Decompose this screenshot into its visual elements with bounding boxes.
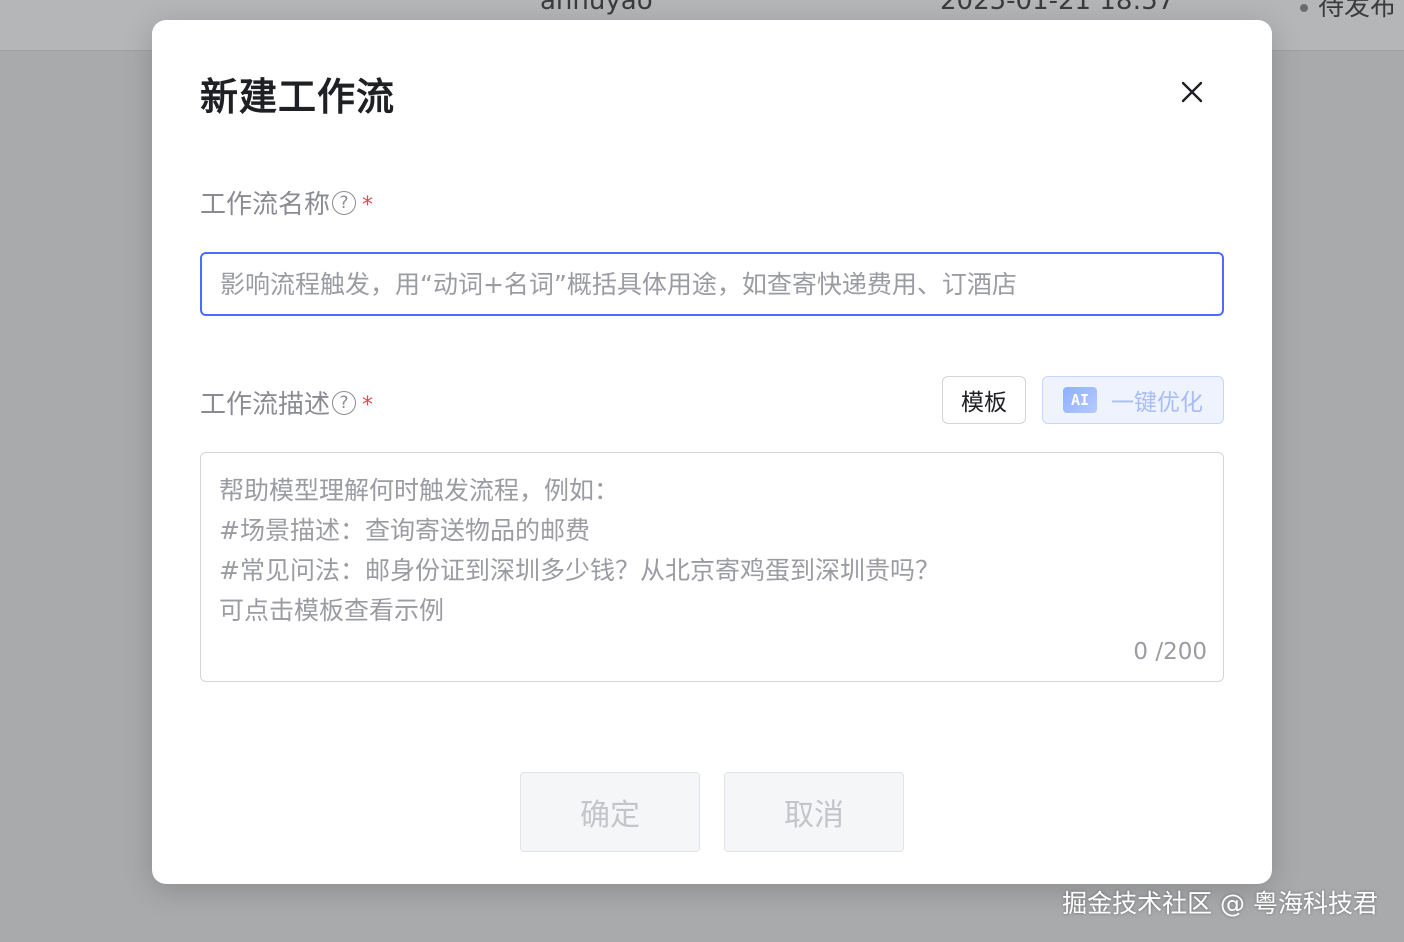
ai-optimize-label: 一键优化 [1111, 390, 1203, 416]
workflow-description-label: 工作流描述 [200, 390, 331, 420]
confirm-button[interactable]: 确定 [520, 772, 700, 852]
workflow-description-label-row: 工作流描述 ? * [200, 384, 373, 421]
background-time-cell: 2025-01-21 18:57 [940, 0, 1175, 16]
ai-badge-icon: AI [1063, 387, 1097, 413]
required-mark: * [362, 193, 374, 218]
status-dot-icon [1300, 3, 1308, 12]
required-mark: * [362, 393, 374, 418]
workflow-description-textarea[interactable]: 帮助模型理解何时触发流程，例如： #场景描述：查询寄送物品的邮费 #常见问法：邮… [200, 452, 1224, 682]
close-button[interactable] [1172, 72, 1212, 112]
question-circle-icon[interactable]: ? [332, 190, 357, 215]
workflow-name-input[interactable] [200, 252, 1224, 316]
template-button[interactable]: 模板 [942, 376, 1026, 424]
ai-optimize-button[interactable]: AI 一键优化 [1042, 376, 1224, 424]
watermark-text: 掘金技术社区 @ 粤海科技君 [1062, 889, 1378, 918]
question-circle-icon[interactable]: ? [332, 390, 357, 415]
background-creator-cell: anhuyao [540, 0, 653, 16]
workflow-name-label-row: 工作流名称 ? * [200, 184, 373, 221]
character-counter: 0 /200 [1133, 639, 1207, 665]
workflow-name-label: 工作流名称 [200, 190, 331, 220]
close-icon [1181, 81, 1203, 103]
cancel-button[interactable]: 取消 [724, 772, 904, 852]
description-placeholder: 帮助模型理解何时触发流程，例如： #场景描述：查询寄送物品的邮费 #常见问法：邮… [219, 476, 940, 625]
new-workflow-dialog: 新建工作流 工作流名称 ? * 工作流描述 ? * 模板 AI 一键优化 帮助模… [152, 20, 1272, 884]
dialog-title: 新建工作流 [200, 75, 396, 119]
background-status-text: 待发布 [1318, 0, 1397, 22]
background-status-cell: 待发布 [1300, 0, 1396, 23]
